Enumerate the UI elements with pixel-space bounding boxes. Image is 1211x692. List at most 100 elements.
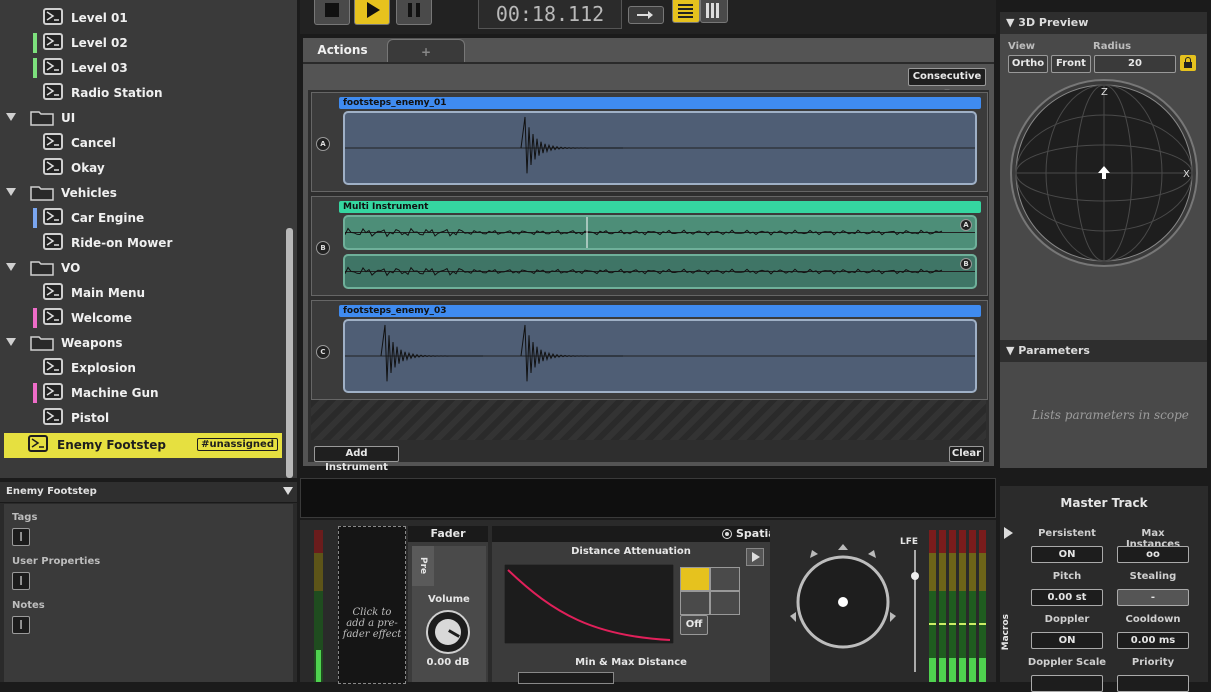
macros-expand-icon[interactable] bbox=[1004, 527, 1013, 539]
event-row-selected[interactable]: Enemy Footstep #unassigned bbox=[4, 433, 282, 458]
distance-curve-graph[interactable] bbox=[504, 564, 674, 644]
master-prop-value[interactable] bbox=[1031, 675, 1103, 692]
chevron-down-icon[interactable] bbox=[6, 338, 16, 346]
master-prop-value[interactable]: - bbox=[1117, 589, 1189, 606]
row-label: Level 01 bbox=[71, 11, 128, 25]
master-prop-value[interactable]: oo bbox=[1117, 546, 1189, 563]
master-prop-value[interactable]: ON bbox=[1031, 546, 1103, 563]
surround-panner[interactable] bbox=[784, 540, 902, 658]
curve-linear-icon[interactable] bbox=[710, 567, 740, 591]
bypass-icon[interactable] bbox=[722, 529, 732, 539]
row-label: Machine Gun bbox=[71, 386, 159, 400]
instrument-lane[interactable]: B Multi Instrument A B bbox=[311, 196, 988, 296]
waveform[interactable]: B bbox=[343, 254, 977, 289]
master-prop-label: Doppler bbox=[1044, 614, 1090, 625]
stop-button[interactable] bbox=[314, 0, 350, 25]
inspector-title: Enemy Footstep bbox=[6, 486, 97, 497]
row-label: Enemy Footstep bbox=[57, 438, 166, 452]
timeline-position[interactable]: 00:18.112 bbox=[478, 0, 622, 29]
master-prop-value[interactable] bbox=[1117, 675, 1189, 692]
list-view-icon[interactable] bbox=[672, 0, 700, 23]
transport-bar: 00:18.112 bbox=[300, 0, 996, 34]
event-row[interactable]: Car Engine bbox=[0, 206, 285, 231]
tags-add-icon[interactable]: I bbox=[12, 528, 30, 546]
event-row[interactable]: Welcome bbox=[0, 306, 285, 331]
event-icon bbox=[43, 208, 63, 225]
folder-icon bbox=[30, 334, 54, 351]
pre-toggle[interactable]: Pre bbox=[412, 546, 434, 586]
row-label: Vehicles bbox=[61, 186, 117, 200]
parameters-empty-text: Lists parameters in scope bbox=[1032, 408, 1189, 422]
folder-icon bbox=[30, 109, 54, 126]
row-label: Weapons bbox=[61, 336, 123, 350]
grid-view-icon[interactable] bbox=[700, 0, 728, 23]
event-row[interactable]: Level 02 bbox=[0, 31, 285, 56]
chevron-down-icon[interactable] bbox=[6, 113, 16, 121]
master-prop-label: Stealing bbox=[1129, 571, 1177, 582]
instrument-name[interactable]: footsteps_enemy_01 bbox=[339, 97, 981, 109]
event-row[interactable]: Level 01 bbox=[0, 6, 285, 31]
browser-scrollbar[interactable] bbox=[286, 228, 293, 478]
event-row[interactable]: Cancel bbox=[0, 131, 285, 156]
lock-icon[interactable] bbox=[1180, 55, 1196, 71]
event-row[interactable]: Explosion bbox=[0, 356, 285, 381]
clear-button[interactable]: Clear bbox=[949, 446, 984, 462]
chevron-down-icon[interactable] bbox=[6, 188, 16, 196]
event-row[interactable]: Radio Station bbox=[0, 81, 285, 106]
radius-field[interactable]: 20 bbox=[1094, 55, 1176, 73]
add-instrument-button[interactable]: Add Instrument bbox=[314, 446, 399, 473]
unassigned-badge[interactable]: #unassigned bbox=[197, 438, 278, 451]
chevron-down-icon[interactable] bbox=[6, 263, 16, 271]
curve-off-button[interactable]: Off bbox=[680, 615, 708, 635]
arrow-right-icon[interactable] bbox=[628, 6, 664, 24]
event-icon bbox=[43, 158, 63, 175]
waveform[interactable]: A bbox=[343, 215, 977, 250]
tab-add[interactable]: + bbox=[387, 39, 465, 63]
curve-linear-squared-icon[interactable] bbox=[680, 567, 710, 591]
instrument-name[interactable]: footsteps_enemy_03 bbox=[339, 305, 981, 317]
instrument-lane[interactable]: Cfootsteps_enemy_03 bbox=[311, 300, 988, 400]
prefader-slot[interactable]: Click to add a pre-fader effect bbox=[338, 526, 406, 684]
event-row[interactable]: Okay bbox=[0, 156, 285, 181]
waveform[interactable] bbox=[343, 319, 977, 393]
event-row[interactable]: Main Menu bbox=[0, 281, 285, 306]
folder-row[interactable]: VO bbox=[0, 256, 285, 281]
folder-row[interactable]: Weapons bbox=[0, 331, 285, 356]
row-label: Ride-on Mower bbox=[71, 236, 173, 250]
event-row[interactable]: Machine Gun bbox=[0, 381, 285, 406]
instrument-lane[interactable]: Afootsteps_enemy_01 bbox=[311, 92, 988, 192]
deck-panel: Click to add a pre-fader effect Fader Pr… bbox=[300, 520, 776, 684]
curve-inverse-icon[interactable] bbox=[680, 591, 710, 615]
event-icon bbox=[43, 83, 63, 100]
event-icon bbox=[43, 308, 63, 325]
tab-actions[interactable]: Actions bbox=[305, 38, 380, 62]
event-row[interactable]: Level 03 bbox=[0, 56, 285, 81]
master-prop-value[interactable]: 0.00 st bbox=[1031, 589, 1103, 606]
master-prop-value[interactable]: ON bbox=[1031, 632, 1103, 649]
chevron-down-icon[interactable] bbox=[283, 487, 293, 495]
front-button[interactable]: Front bbox=[1051, 55, 1091, 73]
notes-add-icon[interactable]: I bbox=[12, 616, 30, 634]
preview-3d-header: ▼ 3D Preview bbox=[1000, 12, 1207, 34]
playlist-mode-select[interactable]: Consecutive ▾ bbox=[908, 68, 986, 98]
curve-tapered-icon[interactable] bbox=[710, 591, 740, 615]
play-button[interactable] bbox=[354, 0, 390, 25]
color-tag bbox=[33, 33, 37, 53]
folder-row[interactable]: UI bbox=[0, 106, 285, 131]
volume-knob[interactable] bbox=[426, 610, 470, 654]
folder-row[interactable]: Vehicles bbox=[0, 181, 285, 206]
event-icon bbox=[43, 58, 63, 75]
lfe-slider[interactable] bbox=[914, 550, 916, 672]
waveform[interactable] bbox=[343, 111, 977, 185]
play-preview-icon[interactable] bbox=[746, 548, 764, 566]
event-row[interactable]: Ride-on Mower bbox=[0, 231, 285, 256]
3d-sphere-view[interactable]: Z X bbox=[1009, 78, 1199, 268]
event-row[interactable]: Pistol bbox=[0, 406, 285, 431]
minmax-slider[interactable] bbox=[518, 672, 614, 684]
ortho-button[interactable]: Ortho bbox=[1008, 55, 1048, 73]
pause-button[interactable] bbox=[396, 0, 432, 25]
instrument-name[interactable]: Multi Instrument bbox=[339, 201, 981, 213]
master-prop-value[interactable]: 0.00 ms bbox=[1117, 632, 1189, 649]
user-properties-add-icon[interactable]: I bbox=[12, 572, 30, 590]
row-label: Explosion bbox=[71, 361, 136, 375]
